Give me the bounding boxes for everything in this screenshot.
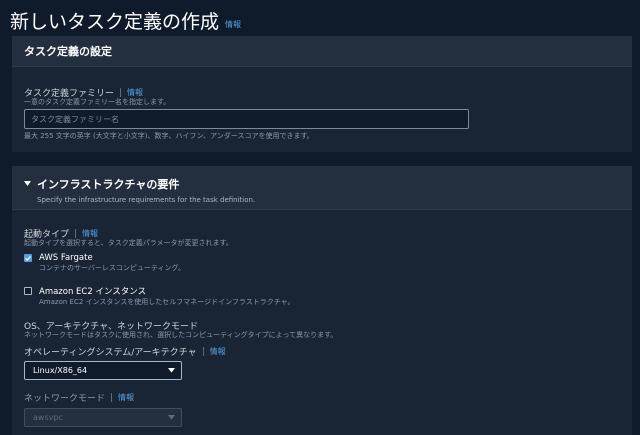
infrastructure-header[interactable]: インフラストラクチャの要件 Specify the infrastructure… — [12, 166, 632, 210]
family-info-link[interactable]: 情報 — [127, 88, 143, 97]
fargate-description: コンテナのサーバーレスコンピューティング。 — [39, 264, 185, 272]
ec2-option[interactable]: Amazon EC2 インスタンス Amazon EC2 インスタンスを使用した… — [24, 285, 295, 307]
page-header: 新しいタスク定義の作成 情報 — [10, 6, 241, 34]
task-definition-config-header: タスク定義の設定 — [12, 36, 632, 67]
network-mode-selected-value: awsvpc — [33, 413, 63, 422]
label-separator — [111, 393, 113, 402]
family-name-input[interactable] — [24, 109, 469, 129]
infrastructure-panel: インフラストラクチャの要件 Specify the infrastructure… — [12, 166, 632, 435]
ec2-checkbox[interactable] — [24, 287, 32, 295]
ec2-label: Amazon EC2 インスタンス — [39, 287, 147, 297]
os-arch-network-description: ネットワークモードはタスクに使用され、選択したコンピューティングタイプによって異… — [24, 331, 338, 339]
caret-down-icon — [168, 368, 175, 373]
ec2-description: Amazon EC2 インスタンスを使用したセルフマネージドインフラストラクチャ… — [39, 298, 295, 306]
caret-down-icon[interactable] — [24, 181, 31, 187]
network-mode-label-row: ネットワークモード 情報 — [24, 391, 134, 404]
check-icon — [25, 255, 31, 261]
page-title: 新しいタスク定義の作成 — [10, 11, 220, 33]
family-constraint: 最大 255 文字の英字 (大文字と小文字)、数字、ハイフン、アンダースコアを使… — [24, 132, 314, 140]
os-arch-label: オペレーティングシステム/アーキテクチャ — [24, 348, 197, 358]
network-mode-select: awsvpc — [24, 408, 182, 427]
label-separator — [202, 347, 204, 356]
family-description: 一意のタスク定義ファミリー名を指定します。 — [24, 98, 171, 106]
task-definition-config-panel: タスク定義の設定 タスク定義ファミリー 情報 一意のタスク定義ファミリー名を指定… — [12, 36, 632, 152]
fargate-option[interactable]: AWS Fargate コンテナのサーバーレスコンピューティング。 — [24, 253, 185, 273]
os-arch-info-link[interactable]: 情報 — [210, 347, 226, 356]
network-mode-info-link[interactable]: 情報 — [118, 393, 134, 402]
os-arch-select[interactable]: Linux/X86_64 — [24, 361, 182, 380]
network-mode-label: ネットワークモード — [24, 394, 106, 404]
label-separator — [120, 88, 122, 97]
launch-type-description: 起動タイプを選択すると、タスク定義パラメータが変更されます。 — [24, 239, 233, 247]
page-info-link[interactable]: 情報 — [225, 21, 241, 29]
fargate-label: AWS Fargate — [39, 253, 93, 263]
infrastructure-title: インフラストラクチャの要件 — [37, 178, 180, 191]
caret-down-icon — [168, 415, 175, 420]
os-arch-selected-value: Linux/X86_64 — [33, 366, 88, 375]
launch-type-info-link[interactable]: 情報 — [82, 229, 98, 238]
label-separator — [75, 229, 77, 238]
infrastructure-subtitle: Specify the infrastructure requirements … — [37, 196, 256, 204]
task-definition-config-title: タスク定義の設定 — [24, 45, 112, 58]
os-arch-label-row: オペレーティングシステム/アーキテクチャ 情報 — [24, 345, 226, 358]
fargate-checkbox[interactable] — [24, 254, 32, 262]
